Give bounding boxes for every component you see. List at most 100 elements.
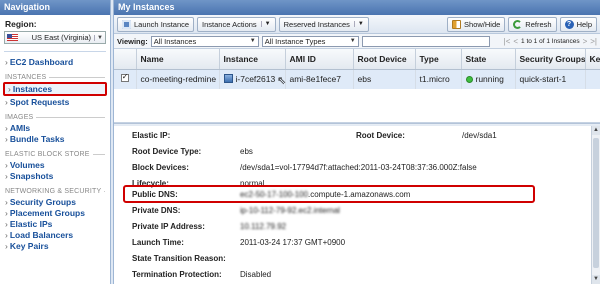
select-all-header[interactable] — [114, 49, 137, 70]
sidebar-item-snapshots[interactable]: › Snapshots — [0, 170, 110, 181]
scroll-up-icon[interactable]: ▲ — [592, 126, 600, 135]
detail-row-root-device-type: Root Device Type: ebs — [132, 147, 253, 156]
pager: |< < 1 to 1 of 1 Instances > >| — [504, 37, 597, 46]
column-header[interactable]: Name — [136, 49, 220, 70]
reserved-instances-button[interactable]: Reserved Instances ▼ — [278, 16, 369, 32]
show-hide-button[interactable]: Show/Hide — [447, 16, 506, 32]
chevron-down-icon: ▼ — [260, 21, 271, 27]
column-header[interactable]: Type — [415, 49, 462, 70]
list-empty-area — [114, 89, 600, 123]
detail-row-private-ip: Private IP Address: 10.112.79.92 — [132, 222, 287, 231]
detail-row-elastic-ip: Elastic IP: — [132, 131, 171, 140]
sidebar-item-bundle-tasks[interactable]: › Bundle Tasks — [0, 133, 110, 144]
chevron-right-icon: › — [5, 219, 8, 229]
chevron-right-icon: › — [5, 171, 8, 181]
refresh-icon — [513, 19, 523, 29]
viewing-label: Viewing: — [117, 36, 148, 46]
detail-row-public-dns: Public DNS: ec2-50-17-100-100.compute-1.a… — [132, 190, 411, 199]
scroll-thumb[interactable] — [593, 138, 599, 268]
detail-row-block-devices: Block Devices:/dev/sda1=vol-17794d7f:att… — [132, 163, 477, 172]
instance-icon — [223, 74, 233, 84]
refresh-button[interactable]: Refresh — [508, 16, 557, 32]
first-page-icon[interactable]: |< — [504, 37, 511, 46]
column-header[interactable]: AMI ID — [285, 49, 354, 70]
navigation-panel: Navigation Region: US East (Virginia) ▼ … — [0, 0, 111, 284]
cell-state: running — [475, 74, 504, 85]
help-icon: ? — [564, 19, 574, 29]
launch-icon — [122, 19, 131, 29]
region-value: US East (Virginia) — [31, 33, 92, 42]
sidebar-item-placement-groups[interactable]: › Placement Groups — [0, 207, 110, 218]
cell-ami: ami-8e1fece7 — [285, 69, 354, 89]
detail-row-termination: Termination Protection: Disabled — [132, 270, 272, 279]
chevron-down-icon: ▼ — [94, 34, 103, 41]
sidebar-item-ec2-dashboard[interactable]: › EC2 Dashboard — [0, 56, 110, 67]
instance-details-pane: Elastic IP: Root Device: /dev/sda1 Root … — [114, 126, 592, 284]
column-header[interactable]: Instance — [219, 49, 286, 70]
next-page-icon[interactable]: > — [583, 37, 588, 46]
nav-header: Navigation — [0, 0, 110, 15]
chevron-right-icon: › — [5, 160, 8, 170]
chevron-right-icon: › — [5, 241, 8, 251]
chevron-down-icon: ▼ — [249, 38, 256, 44]
prev-page-icon[interactable]: < — [513, 37, 518, 46]
chevron-right-icon: › — [5, 197, 8, 207]
cell-instance: i-7cef2613 — [235, 74, 276, 85]
chevron-right-icon: › — [5, 57, 8, 67]
instances-filter-select[interactable]: All Instances ▼ — [150, 35, 259, 47]
detail-row-launch-time: Launch Time: 2011-03-24 17:37 GMT+0900 — [132, 238, 346, 247]
sidebar-item-security-groups[interactable]: › Security Groups — [0, 196, 110, 207]
column-header[interactable]: State — [461, 49, 516, 70]
search-input[interactable] — [361, 35, 490, 47]
column-header[interactable]: Root Device — [353, 49, 416, 70]
last-page-icon[interactable]: >| — [590, 37, 597, 46]
region-label: Region: — [5, 19, 37, 29]
root-device-label: Root Device: — [356, 131, 405, 140]
instances-table: Name Instance AMI ID Root Device Type St… — [114, 49, 600, 89]
column-header[interactable]: Security Groups — [515, 49, 586, 70]
cell-type: t1.micro — [415, 69, 462, 89]
my-instances-panel: My Instances Launch Instance Instance Ac… — [113, 0, 600, 284]
us-flag-icon — [7, 34, 18, 41]
main-header: My Instances — [114, 0, 600, 15]
chevron-right-icon: › — [5, 123, 8, 133]
launch-instance-button[interactable]: Launch Instance — [117, 16, 195, 32]
section-networking: NETWORKING & SECURITY — [0, 181, 110, 196]
pager-text: 1 to 1 of 1 Instances — [521, 37, 580, 45]
sidebar-item-spot-requests[interactable]: › Spot Requests — [0, 96, 110, 107]
chevron-down-icon: ▼ — [353, 21, 364, 27]
detail-row-private-dns: Private DNS: ip-10-112-79-92.ec2.internal — [132, 206, 340, 215]
sidebar-item-key-pairs[interactable]: › Key Pairs — [0, 240, 110, 251]
cell-security-group: quick-start-1 — [515, 69, 586, 89]
chevron-right-icon: › — [8, 84, 11, 94]
running-status-icon — [465, 76, 473, 84]
sidebar-item-volumes[interactable]: › Volumes — [0, 159, 110, 170]
scroll-down-icon[interactable]: ▼ — [592, 275, 600, 284]
row-checkbox[interactable] — [120, 72, 129, 83]
sidebar-item-amis[interactable]: › AMIs — [0, 122, 110, 133]
instance-actions-button[interactable]: Instance Actions ▼ — [197, 16, 276, 32]
cell-root-device: ebs — [353, 69, 416, 89]
help-button[interactable]: ? Help — [559, 16, 597, 32]
section-ebs: ELASTIC BLOCK STORE — [0, 144, 110, 159]
chevron-right-icon: › — [5, 230, 8, 240]
toolbar: Launch Instance Instance Actions ▼ Reser… — [114, 15, 600, 34]
column-header[interactable]: Ke — [585, 49, 600, 70]
sidebar-item-elastic-ips[interactable]: › Elastic IPs — [0, 218, 110, 229]
cell-name: co-meeting-redmine — [136, 69, 220, 89]
detail-row-transition-reason: State Transition Reason: — [132, 254, 226, 263]
table-header-row: Name Instance AMI ID Root Device Type St… — [114, 49, 600, 70]
root-device-value: /dev/sda1 — [462, 131, 497, 140]
filter-bar: Viewing: All Instances ▼ All Instance Ty… — [114, 34, 600, 49]
section-images: IMAGES — [0, 107, 110, 122]
instance-types-select[interactable]: All Instance Types ▼ — [261, 35, 359, 47]
table-row[interactable]: co-meeting-redmine i-7cef2613 ami-8e1fec… — [114, 69, 600, 89]
sidebar-item-load-balancers[interactable]: › Load Balancers — [0, 229, 110, 240]
sidebar-item-instances[interactable]: › Instances — [3, 82, 107, 96]
chevron-right-icon: › — [5, 134, 8, 144]
region-select[interactable]: US East (Virginia) ▼ — [4, 31, 106, 44]
details-scrollbar[interactable]: ▲ ▼ — [591, 126, 600, 284]
section-instances: INSTANCES — [0, 67, 110, 82]
chevron-down-icon: ▼ — [349, 38, 356, 44]
columns-icon — [452, 19, 462, 29]
